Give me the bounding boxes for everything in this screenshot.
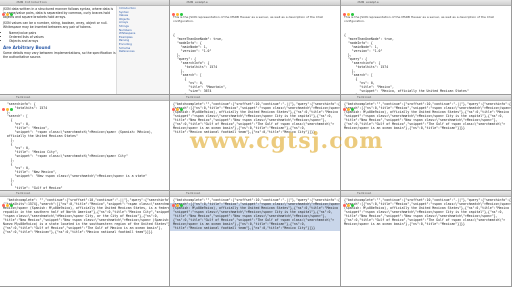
minimize-icon[interactable]	[176, 204, 179, 207]
terminal-output[interactable]: "searchinfo": { "totalhits": 1574 }, "se…	[0, 101, 169, 190]
minimize-icon[interactable]	[6, 13, 9, 16]
zoom-icon[interactable]	[180, 13, 183, 16]
window-title: Terminal	[186, 191, 201, 195]
minimize-icon[interactable]	[347, 204, 350, 207]
zoom-icon[interactable]	[180, 204, 183, 207]
list-item: Objects and arrays	[9, 39, 116, 43]
terminal-output[interactable]: {"batchcomplete":"","continue":{"sroffse…	[341, 197, 511, 227]
doc-paragraph: JSON values can be a number, string, boo…	[3, 21, 108, 30]
close-icon[interactable]	[172, 13, 175, 16]
terminal-output[interactable]: {"batchcomplete":"","continue":{"sroffse…	[341, 101, 511, 131]
window-titlebar[interactable]: Terminal	[341, 191, 511, 207]
window-title: Terminal	[357, 191, 372, 195]
terminal-output[interactable]: {"batchcomplete":"","continue":{"sroffse…	[170, 101, 340, 135]
close-icon[interactable]	[2, 13, 5, 16]
close-icon[interactable]	[343, 108, 346, 111]
doc-paragraph: JSON data written in a structured manner…	[3, 7, 114, 20]
close-icon[interactable]	[172, 108, 175, 111]
minimize-icon[interactable]	[6, 204, 9, 207]
browser-window-docs[interactable]: JSON Introduction JSON data written in a…	[0, 0, 170, 95]
json-content: This is the JSON representation of the M…	[341, 6, 511, 95]
window-title: JSON example	[186, 0, 208, 4]
window-titlebar[interactable]: JSON example	[170, 0, 340, 16]
zoom-icon[interactable]	[10, 13, 13, 16]
terminal-output-selected-text[interactable]: {"batchcomplete":"","continue":{"sroffse…	[170, 197, 340, 231]
zoom-icon[interactable]	[351, 13, 354, 16]
window-title: JSON example	[357, 0, 379, 4]
doc-bullets: Name/value pairs Ordered lists of values…	[3, 31, 116, 44]
terminal-output[interactable]: "batchcomplete": "","continue":{"sroffse…	[0, 197, 169, 235]
close-icon[interactable]	[343, 204, 346, 207]
zoom-icon[interactable]	[351, 204, 354, 207]
browser-window-json-example[interactable]: JSON example This is the JSON representa…	[170, 0, 341, 95]
table-of-contents: Introduction Syntax Values Objects Array…	[116, 6, 169, 94]
page-intro: This is the JSON representation of the M…	[344, 15, 494, 23]
toc-link[interactable]: References	[119, 50, 167, 54]
terminal-window-selected[interactable]: Terminal {"batchcomplete":"","continue":…	[170, 191, 341, 287]
browser-window-json-example-2[interactable]: JSON example This is the JSON representa…	[341, 0, 512, 95]
doc-heading: Are Arbitrary Bound	[3, 44, 51, 50]
doc-paragraph: Some details may vary between implementa…	[3, 50, 116, 60]
zoom-icon[interactable]	[10, 108, 13, 111]
close-icon[interactable]	[172, 204, 175, 207]
minimize-icon[interactable]	[176, 108, 179, 111]
window-titlebar[interactable]: Terminal	[0, 191, 169, 207]
minimize-icon[interactable]	[6, 108, 9, 111]
zoom-icon[interactable]	[351, 108, 354, 111]
window-title: Terminal	[16, 191, 31, 195]
window-titlebar[interactable]: Terminal	[341, 95, 511, 111]
terminal-window[interactable]: Terminal {"batchcomplete":"","continue":…	[341, 95, 512, 191]
code-block: { "moreThanOneNode": true, "nodeInfo": {…	[173, 33, 227, 95]
terminal-window[interactable]: Terminal "searchinfo": { "totalhits": 15…	[0, 95, 170, 191]
window-title: Terminal	[16, 95, 31, 99]
window-title: JSON Introduction	[16, 0, 47, 4]
window-titlebar[interactable]: JSON example	[341, 0, 511, 16]
page-intro: This is the JSON representation of the M…	[173, 15, 323, 23]
code-block: { "moreThanOneNode": true, "nodeInfo": {…	[344, 33, 469, 95]
close-icon[interactable]	[2, 204, 5, 207]
window-title: Terminal	[357, 95, 372, 99]
zoom-icon[interactable]	[180, 108, 183, 111]
window-titlebar[interactable]: Terminal	[170, 95, 340, 111]
close-icon[interactable]	[2, 108, 5, 111]
terminal-window[interactable]: Terminal "batchcomplete": "","continue":…	[0, 191, 170, 287]
terminal-window[interactable]: Terminal {"batchcomplete":"","continue":…	[170, 95, 341, 191]
window-titlebar[interactable]: Terminal	[0, 95, 169, 111]
doc-content: JSON data written in a structured manner…	[0, 6, 119, 62]
zoom-icon[interactable]	[10, 204, 13, 207]
terminal-window[interactable]: Terminal {"batchcomplete":"","continue":…	[341, 191, 512, 287]
json-content: This is the JSON representation of the M…	[170, 6, 340, 95]
window-titlebar[interactable]: Terminal	[170, 191, 340, 207]
thumbnail-grid: JSON Introduction JSON data written in a…	[0, 0, 512, 287]
minimize-icon[interactable]	[347, 108, 350, 111]
minimize-icon[interactable]	[347, 13, 350, 16]
window-title: Terminal	[186, 95, 201, 99]
close-icon[interactable]	[343, 13, 346, 16]
minimize-icon[interactable]	[176, 13, 179, 16]
